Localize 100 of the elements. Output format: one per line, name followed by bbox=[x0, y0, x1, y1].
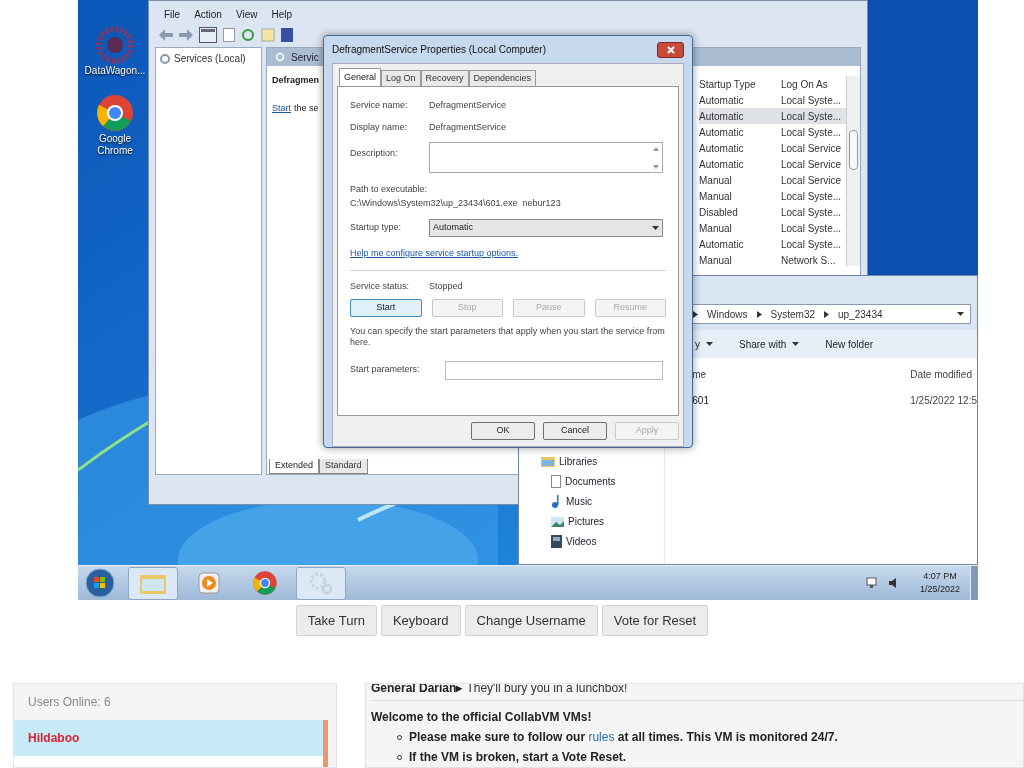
field-label: Service name: bbox=[350, 99, 409, 111]
column-header[interactable]: Startup Type bbox=[699, 76, 781, 92]
desktop-icon-label[interactable]: Google Chrome bbox=[80, 133, 150, 157]
folder-icon bbox=[541, 456, 555, 467]
desktop-icon-label[interactable]: DataWagon... bbox=[84, 65, 146, 77]
scrollbar[interactable] bbox=[846, 76, 860, 266]
dialog-tab[interactable]: Recovery bbox=[420, 70, 469, 86]
vm-control-button[interactable]: Vote for Reset bbox=[601, 605, 709, 636]
dialog-tab[interactable]: General bbox=[339, 68, 382, 86]
column-header[interactable]: Log On As bbox=[781, 76, 828, 92]
description-field[interactable] bbox=[429, 142, 663, 173]
dialog-button[interactable]: Cancel bbox=[543, 422, 607, 440]
browser-icon[interactable] bbox=[95, 93, 135, 133]
toolbar-button[interactable]: Share with bbox=[739, 336, 800, 352]
start-button[interactable] bbox=[83, 567, 117, 599]
music-note-icon bbox=[551, 495, 562, 508]
start-parameters-note: You can specify the start parameters that apply when you start the service from here. bbox=[350, 325, 666, 348]
tree-item[interactable]: Services (Local) bbox=[174, 51, 246, 66]
column-header[interactable]: Date modified bbox=[910, 366, 972, 382]
rule-text: Please make sure to follow our rules at all times. This VM is monitored 24/7. bbox=[409, 730, 838, 744]
caret-icon bbox=[706, 342, 713, 346]
dialog-tab[interactable]: Dependencies bbox=[468, 70, 537, 86]
start-parameters-field[interactable] bbox=[445, 360, 663, 380]
scroll-arrows-icon bbox=[653, 147, 659, 169]
service-title: Defragmen bbox=[272, 74, 319, 87]
nav-item[interactable]: Pictures bbox=[568, 514, 605, 529]
document-icon[interactable] bbox=[223, 28, 235, 42]
breadcrumb-item[interactable]: System32 bbox=[770, 306, 816, 322]
nav-item[interactable]: Libraries bbox=[559, 454, 598, 469]
bullet-icon bbox=[397, 734, 402, 740]
image-icon bbox=[551, 516, 564, 527]
column-header[interactable]: me bbox=[692, 366, 911, 382]
view-tab[interactable]: Standard bbox=[319, 459, 368, 474]
path-value: C:\Windows\System32\up_23434\601.exe nebur123 bbox=[350, 196, 562, 210]
forward-icon[interactable] bbox=[179, 29, 193, 41]
rules-link[interactable]: rules bbox=[588, 730, 615, 744]
view-tab[interactable]: Extended bbox=[269, 459, 320, 474]
console-icon[interactable] bbox=[199, 27, 217, 43]
windows-logo-icon bbox=[85, 568, 115, 598]
chat-message: They'll bury you in a lunchbox! bbox=[466, 684, 628, 694]
breadcrumb-arrow-icon bbox=[824, 310, 830, 318]
service-row[interactable]: Automatic Local Syste... bbox=[699, 108, 846, 124]
breadcrumb-arrow-icon bbox=[756, 310, 762, 318]
toolbar-button[interactable]: y bbox=[695, 336, 713, 352]
network-icon[interactable] bbox=[865, 577, 880, 589]
clock-date[interactable]: 1/25/2022 bbox=[919, 583, 960, 596]
file-date: 1/25/2022 12:5 bbox=[910, 393, 977, 408]
toolbar-button[interactable]: New folder bbox=[825, 336, 874, 352]
caret-icon bbox=[957, 312, 964, 316]
startup-type-dropdown[interactable]: Automatic bbox=[429, 219, 663, 237]
field-label: Path to executable: bbox=[350, 183, 429, 196]
users-online-count: Users Online: 6 bbox=[27, 694, 112, 711]
file-name[interactable]: 601 bbox=[692, 392, 911, 408]
nav-item[interactable]: Videos bbox=[566, 534, 597, 549]
help-link[interactable]: Help me configure service startup options. bbox=[350, 247, 666, 261]
dialog-button[interactable]: OK bbox=[471, 422, 535, 440]
vm-control-button[interactable]: Change Username bbox=[464, 605, 598, 636]
caret-icon bbox=[652, 226, 659, 230]
browser-icon bbox=[252, 570, 278, 596]
service-hint: the se bbox=[294, 101, 319, 115]
bullet-icon bbox=[397, 754, 402, 760]
chat-username: General Darian▸ bbox=[371, 684, 463, 694]
show-desktop-button[interactable] bbox=[970, 565, 978, 600]
welcome-heading: Welcome to the official CollabVM VMs! bbox=[371, 710, 593, 724]
menu-item[interactable]: Help bbox=[271, 7, 292, 23]
menu-item[interactable]: File bbox=[164, 7, 181, 23]
scrollbar[interactable] bbox=[323, 720, 328, 767]
caret-icon bbox=[792, 342, 800, 346]
nav-item[interactable]: Documents bbox=[565, 474, 616, 489]
service-status: Stopped bbox=[429, 279, 463, 292]
menu-item[interactable]: Action bbox=[194, 7, 222, 23]
field-label: Description: bbox=[350, 147, 399, 160]
menu-item[interactable]: View bbox=[235, 7, 258, 23]
back-icon[interactable] bbox=[159, 29, 173, 41]
film-icon bbox=[551, 535, 562, 548]
dialog-title: DefragmentService Properties (Local Computer) bbox=[332, 43, 546, 57]
vm-control-button[interactable]: Take Turn bbox=[295, 605, 377, 636]
taskbar-button[interactable] bbox=[296, 566, 346, 600]
gears-icon bbox=[308, 571, 334, 595]
vm-control-button[interactable]: Keyboard bbox=[380, 605, 461, 636]
start-link[interactable]: Start bbox=[272, 101, 291, 115]
pane-header: Servic bbox=[291, 50, 319, 65]
taskbar-button[interactable] bbox=[128, 566, 178, 600]
close-button[interactable] bbox=[657, 41, 684, 58]
play-icon bbox=[198, 572, 220, 594]
document-icon bbox=[551, 475, 561, 488]
rule-text: If the VM is broken, start a Vote Reset. bbox=[409, 750, 627, 764]
field-label: Start parameters: bbox=[350, 363, 421, 377]
folder-icon bbox=[140, 572, 166, 594]
user-item[interactable]: Hildaboo bbox=[14, 720, 323, 756]
breadcrumb-item[interactable]: up_23434 bbox=[838, 306, 883, 322]
clock-time[interactable]: 4:07 PM bbox=[923, 570, 957, 583]
breadcrumb-item[interactable]: Windows bbox=[707, 306, 748, 322]
field-label: Display name: bbox=[350, 121, 409, 133]
dialog-tab[interactable]: Log On bbox=[381, 70, 421, 86]
nav-item[interactable]: Music bbox=[566, 494, 593, 509]
field-value: DefragmentService bbox=[429, 121, 507, 133]
dialog-button[interactable]: Start bbox=[350, 298, 422, 317]
breadcrumb-arrow-icon bbox=[693, 310, 698, 318]
field-label: Service status: bbox=[350, 279, 411, 292]
